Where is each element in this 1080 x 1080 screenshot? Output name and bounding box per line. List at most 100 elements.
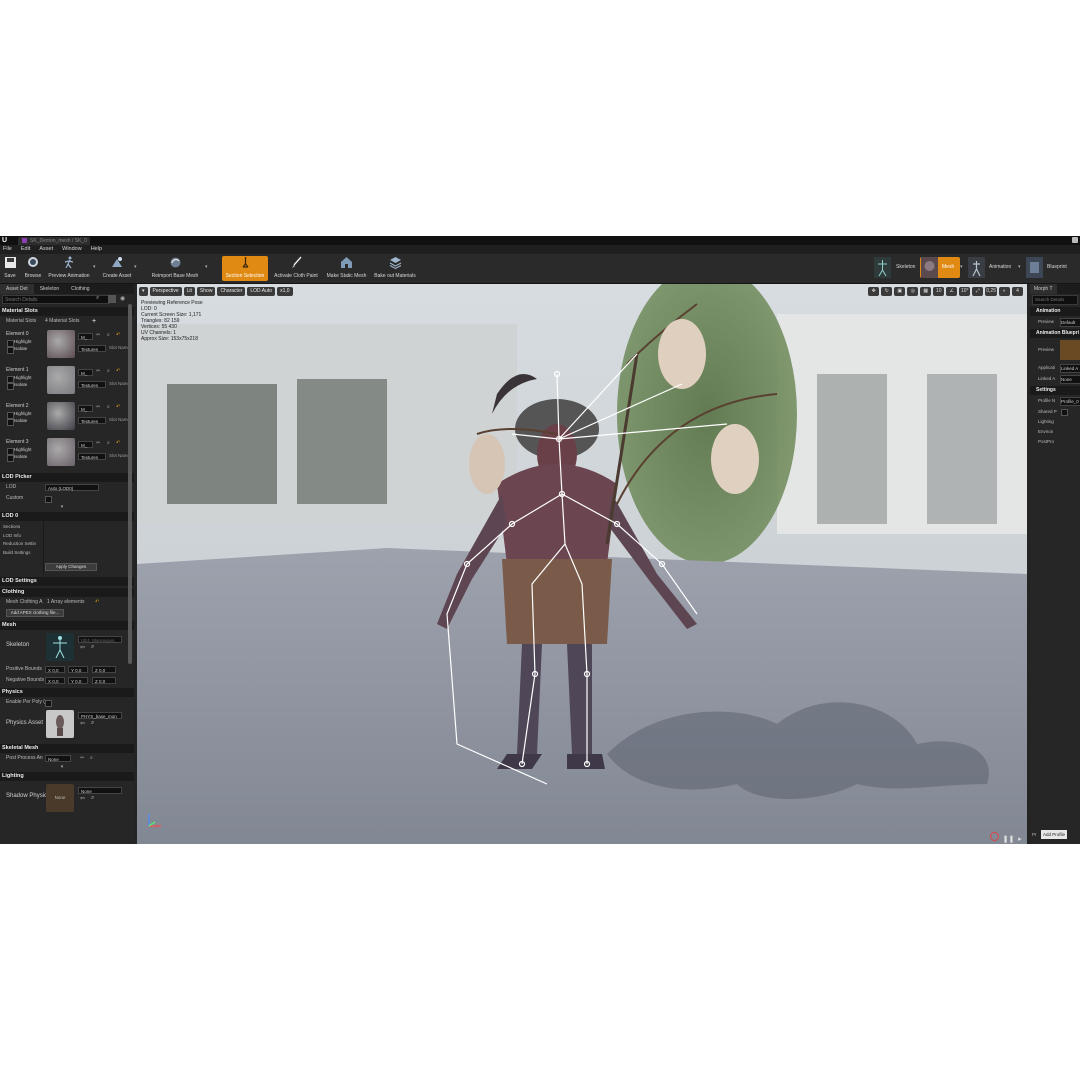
scale-snap-value[interactable]: 0,25	[985, 287, 997, 296]
expand-arrow-icon[interactable]: ▾	[0, 504, 124, 510]
grid-snap-icon[interactable]: ▦	[920, 287, 932, 296]
grid-snap-value[interactable]: 10	[933, 287, 945, 296]
mesh-header[interactable]: Mesh	[0, 621, 134, 630]
negative-bounds-x[interactable]: X 0,0	[45, 677, 65, 684]
browse-arrow-icon[interactable]: ⇦	[96, 332, 100, 338]
per-poly-checkbox[interactable]	[45, 700, 52, 707]
reimport-button[interactable]: Reimport Base Mesh	[148, 256, 202, 281]
isolate-checkbox[interactable]	[7, 455, 14, 462]
pause-icon[interactable]: ❚❚	[1003, 836, 1015, 843]
browse-arrow-icon[interactable]: ⇦	[80, 644, 85, 651]
material-select[interactable]: M_	[78, 441, 93, 448]
window-control-icon[interactable]	[1072, 237, 1078, 243]
details-scrollbar[interactable]	[128, 304, 132, 664]
rotation-snap-icon[interactable]: ∠	[946, 287, 958, 296]
mesh-mode-dropdown-icon[interactable]: ▾	[960, 264, 963, 270]
material-thumbnail[interactable]	[47, 366, 75, 394]
textures-select[interactable]: Textures	[78, 381, 106, 388]
lod0-header[interactable]: LOD 0	[0, 512, 134, 521]
add-apex-clothing-button[interactable]: Add APEX clothing file...	[6, 609, 64, 617]
find-asset-icon[interactable]: ⌕	[91, 644, 94, 651]
preview-animation-button[interactable]: Preview Animation	[46, 256, 92, 281]
reset-icon[interactable]: ↶	[116, 440, 120, 446]
apply-changes-button[interactable]: Apply Changes	[45, 563, 97, 571]
menu-window[interactable]: Window	[62, 245, 82, 254]
negative-bounds-y[interactable]: Y 0,0	[68, 677, 88, 684]
make-static-mesh-button[interactable]: Make Static Mesh	[325, 256, 368, 281]
profile-name-field[interactable]: Profile_0	[1060, 397, 1080, 406]
camera-speed-value[interactable]: 4	[1012, 287, 1023, 296]
shadow-browse-arrow-icon[interactable]: ⇦	[80, 795, 85, 802]
anim-blueprint-header[interactable]: Animation Bluepri	[1030, 329, 1080, 338]
physics-asset-select[interactable]: PHYS_base_mon	[78, 712, 122, 719]
tab-skeleton[interactable]: Skeleton	[34, 284, 65, 294]
skeleton-select[interactable]: UE4_Mannequin_	[78, 636, 122, 643]
tab-morph-targets[interactable]: Morph T	[1030, 284, 1057, 294]
find-icon[interactable]: ⌕	[107, 332, 110, 338]
menu-file[interactable]: File	[3, 245, 12, 254]
lod0-lod-info[interactable]: LOD Info	[3, 532, 36, 541]
animation-mode-dropdown-icon[interactable]: ▾	[1018, 264, 1021, 270]
grid-view-icon[interactable]	[108, 295, 116, 303]
isolate-checkbox[interactable]	[7, 383, 14, 390]
lod-picker-header[interactable]: LOD Picker	[0, 473, 134, 482]
shadow-physics-thumbnail[interactable]: None	[46, 784, 74, 812]
menu-asset[interactable]: Asset	[39, 245, 53, 254]
section-selection-button[interactable]: Section Selection	[222, 256, 268, 281]
scale-icon[interactable]: ▣	[894, 287, 906, 296]
perspective-button[interactable]: Perspective	[149, 287, 182, 296]
highlight-checkbox[interactable]	[7, 376, 14, 383]
create-dropdown-arrow-icon[interactable]: ▾	[134, 264, 137, 270]
find-icon[interactable]: ⌕	[107, 404, 110, 410]
physics-asset-thumbnail-icon[interactable]	[46, 710, 74, 738]
physics-header[interactable]: Physics	[0, 688, 134, 697]
details-search-input[interactable]	[2, 295, 110, 304]
browse-button[interactable]: Browse	[22, 256, 44, 281]
rotate-icon[interactable]: ↻	[881, 287, 893, 296]
textures-select[interactable]: Textures	[78, 417, 106, 424]
lod-select[interactable]: Auto (LOD0)	[45, 484, 99, 491]
browse-arrow-icon[interactable]: ⇦	[96, 440, 100, 446]
viewport[interactable]: ▾ Perspective Lit Show Character LOD Aut…	[137, 284, 1027, 844]
skeletal-mesh-header[interactable]: Skeletal Mesh	[0, 744, 134, 753]
menu-edit[interactable]: Edit	[21, 245, 30, 254]
reset-icon[interactable]: ↶	[116, 368, 120, 374]
shadow-physics-select[interactable]: None	[78, 787, 122, 794]
step-forward-icon[interactable]: ▸	[1018, 836, 1022, 843]
material-select[interactable]: M_	[78, 333, 93, 340]
animation-mode-button[interactable]: Animation	[967, 257, 1019, 278]
postprocess-item[interactable]: PostPro	[1030, 437, 1080, 447]
preview-dropdown-arrow-icon[interactable]: ▾	[93, 264, 96, 270]
viewport-menu-button[interactable]: ▾	[139, 287, 148, 296]
menu-help[interactable]: Help	[91, 245, 102, 254]
material-select[interactable]: M_	[78, 369, 93, 376]
find-icon[interactable]: ⌕	[107, 440, 110, 446]
browse-arrow-icon[interactable]: ⇦	[96, 404, 100, 410]
post-browse-arrow-icon[interactable]: ⇦	[80, 753, 84, 764]
add-profile-button[interactable]: Add Profile	[1041, 830, 1068, 839]
eye-icon[interactable]: ◉	[120, 295, 125, 302]
add-slot-icon[interactable]: +	[92, 316, 96, 327]
skeletal-expand-arrow-icon[interactable]: ▾	[0, 764, 124, 770]
reset-icon[interactable]: ↶	[116, 332, 120, 338]
negative-bounds-z[interactable]: Z 0,0	[92, 677, 116, 684]
camera-speed-icon[interactable]: ◐	[999, 287, 1010, 296]
textures-select[interactable]: Textures	[78, 453, 106, 460]
bake-out-materials-button[interactable]: Bake out Materials	[372, 256, 418, 281]
lod0-reduction-settings[interactable]: Reduction Settin	[3, 540, 36, 549]
settings-header[interactable]: Settings	[1030, 386, 1080, 395]
reimport-dropdown-arrow-icon[interactable]: ▾	[205, 264, 208, 270]
find-icon[interactable]: ⌕	[107, 368, 110, 374]
lod0-sections[interactable]: Sections	[3, 523, 36, 532]
blueprint-thumbnail[interactable]	[1060, 340, 1080, 360]
tab-asset-details[interactable]: Asset Det	[0, 284, 34, 294]
applied-select[interactable]: Linked A	[1060, 364, 1080, 373]
shared-checkbox[interactable]	[1061, 409, 1068, 416]
scale-snap-icon[interactable]: ⤢	[972, 287, 984, 296]
lighting-item[interactable]: Lighting	[1030, 417, 1080, 427]
blueprint-mode-button[interactable]: Blueprint	[1026, 257, 1080, 278]
textures-select[interactable]: Textures	[78, 345, 106, 352]
material-thumbnail[interactable]	[47, 438, 75, 466]
physics-browse-arrow-icon[interactable]: ⇦	[80, 720, 85, 727]
right-search-input[interactable]: Search Details	[1032, 295, 1078, 305]
